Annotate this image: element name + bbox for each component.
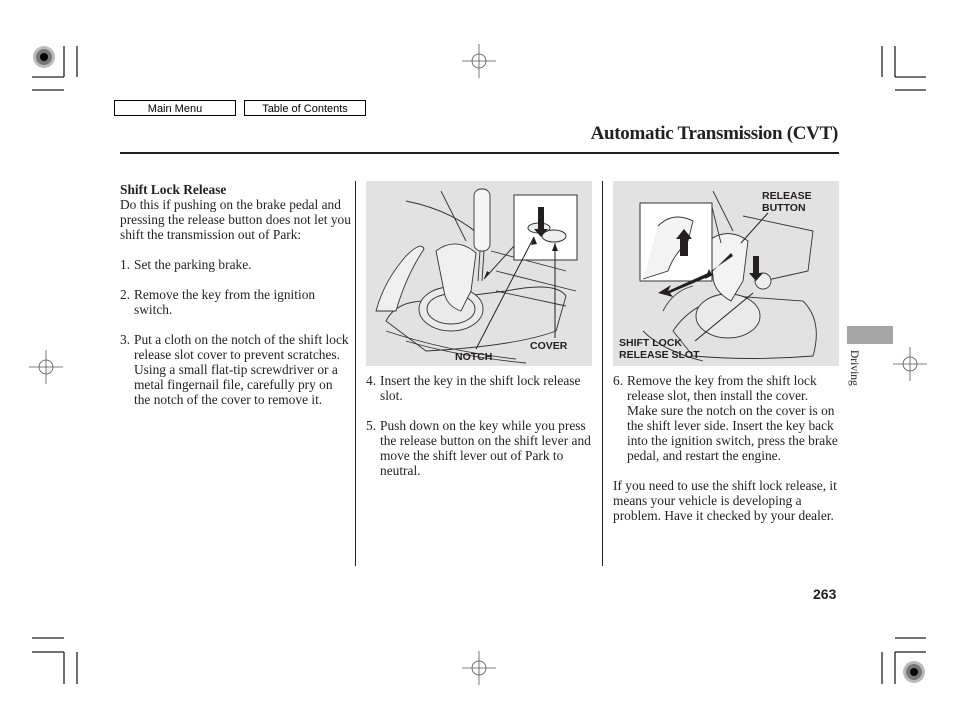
cover-label: COVER [530, 340, 568, 352]
step-text: Set the parking brake. [134, 257, 252, 272]
column-divider [602, 181, 604, 566]
step-number: 4. [366, 373, 377, 388]
step-number: 1. [120, 257, 131, 272]
column-2: 4. Insert the key in the shift lock rele… [366, 373, 596, 478]
figure-shift-lock-cover: NOTCH COVER [366, 181, 592, 366]
step-text: Remove the key from the ignition switch. [134, 287, 316, 317]
notch-label: NOTCH [455, 351, 493, 363]
step-number: 5. [366, 418, 377, 433]
column-divider [355, 181, 357, 566]
section-tab-text: Driving [848, 350, 860, 386]
section-heading: Shift Lock Release [120, 182, 227, 197]
title-rule [120, 152, 839, 154]
section-tab-driving[interactable] [847, 326, 893, 344]
shift-console-illustration [375, 188, 578, 364]
section-tab-label: Driving [842, 350, 872, 400]
step-6: 6. Remove the key from the shift lock re… [613, 373, 841, 463]
step-number: 2. [120, 287, 131, 302]
shift-lock-release-slot-label: SHIFT LOCK RELEASE SLOT [619, 337, 700, 361]
intro-paragraph: Do this if pushing on the brake pedal an… [120, 197, 351, 242]
step-text: Remove the key from the shift lock relea… [627, 373, 838, 463]
page-number: 263 [813, 586, 837, 602]
column-3: 6. Remove the key from the shift lock re… [613, 373, 841, 523]
page-title: Automatic Transmission (CVT) [590, 123, 839, 144]
step-3: 3. Put a cloth on the notch of the shift… [120, 332, 352, 407]
step-text: Put a cloth on the notch of the shift lo… [134, 332, 349, 407]
column-1: Shift Lock Release Do this if pushing on… [120, 182, 352, 407]
main-menu-button[interactable]: Main Menu [114, 100, 236, 116]
step-4: 4. Insert the key in the shift lock rele… [366, 373, 596, 403]
table-of-contents-button[interactable]: Table of Contents [244, 100, 366, 116]
release-button-label: RELEASE BUTTON [762, 190, 812, 214]
dealer-note: If you need to use the shift lock releas… [613, 478, 837, 523]
figure-release-slot: RELEASE BUTTON SHIFT LOCK RELEASE SLOT [613, 181, 839, 366]
step-5: 5. Push down on the key while you press … [366, 418, 596, 478]
step-number: 3. [120, 332, 131, 347]
step-2: 2. Remove the key from the ignition swit… [120, 287, 352, 317]
step-text: Insert the key in the shift lock release… [380, 373, 581, 403]
step-1: 1. Set the parking brake. [120, 257, 352, 272]
step-number: 6. [613, 373, 624, 388]
step-text: Push down on the key while you press the… [380, 418, 591, 478]
